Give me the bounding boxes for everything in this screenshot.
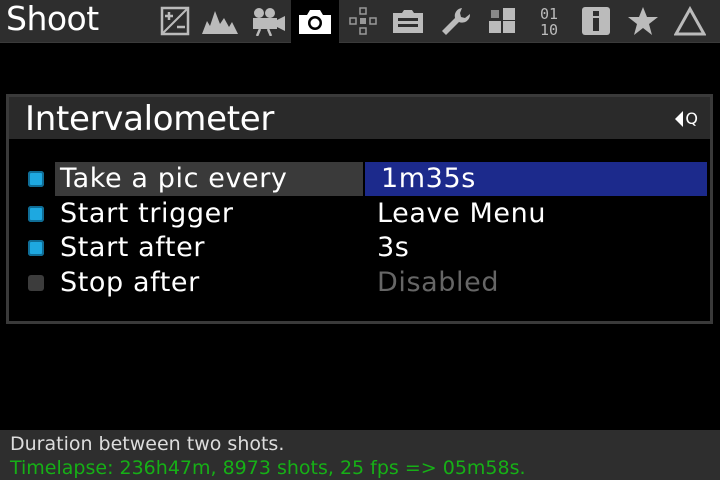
enabled-indicator-icon xyxy=(28,206,44,222)
row-value[interactable]: 1m35s xyxy=(365,162,707,196)
mymenu-tab[interactable] xyxy=(621,0,665,42)
display-icon xyxy=(393,10,423,33)
focus-tab[interactable] xyxy=(341,0,385,42)
binary-icon: 01 10 xyxy=(540,5,558,37)
enabled-indicator-icon xyxy=(28,240,44,256)
star-icon xyxy=(628,7,658,35)
menu-row-start-after[interactable]: Start after 3s xyxy=(9,231,710,265)
row-label: Start after xyxy=(60,232,206,263)
wrench-icon xyxy=(442,8,471,35)
movie-tab[interactable] xyxy=(245,0,289,42)
menu-row-stop-after[interactable]: Stop after Disabled xyxy=(9,266,710,300)
q-label: Q xyxy=(685,109,698,128)
histogram-tab[interactable] xyxy=(198,0,242,42)
delta-tab[interactable] xyxy=(668,0,712,42)
prefs-tab[interactable] xyxy=(434,0,478,42)
panel-title: Intervalometer xyxy=(25,99,275,139)
panel-header: Intervalometer Q xyxy=(9,97,710,139)
focus-points-icon xyxy=(349,7,377,35)
delta-icon xyxy=(674,6,706,36)
shoot-tab[interactable] xyxy=(291,0,339,43)
histogram-icon xyxy=(202,11,238,34)
info-tab[interactable] xyxy=(574,0,618,42)
svg-text:10: 10 xyxy=(540,21,558,37)
info-icon xyxy=(582,7,610,35)
debug-tab[interactable]: 01 10 xyxy=(527,0,571,42)
menu-row-take-pic-every[interactable]: Take a pic every 1m35s xyxy=(9,162,710,196)
row-label: Start trigger xyxy=(60,198,234,229)
modules-icon xyxy=(489,8,515,33)
row-value[interactable]: Leave Menu xyxy=(365,197,707,231)
row-value[interactable]: Disabled xyxy=(365,266,707,300)
exposure-tab[interactable] xyxy=(153,0,197,42)
q-button-hint[interactable]: Q xyxy=(675,109,698,128)
row-label: Stop after xyxy=(60,267,200,298)
disabled-indicator-icon xyxy=(28,275,44,291)
modules-tab[interactable] xyxy=(480,0,524,42)
help-bar: Duration between two shots. Timelapse: 2… xyxy=(0,430,720,480)
enabled-indicator-icon xyxy=(28,171,44,187)
left-arrow-icon xyxy=(675,110,684,127)
movie-camera-icon xyxy=(253,8,285,36)
intervalometer-panel: Intervalometer Q Take a pic every 1m35s … xyxy=(6,94,713,324)
camera-icon xyxy=(299,9,331,34)
timelapse-summary: Timelapse: 236h47m, 8973 shots, 25 fps =… xyxy=(10,457,526,479)
help-text: Duration between two shots. xyxy=(10,433,285,455)
display-tab[interactable] xyxy=(386,0,430,42)
top-menu-bar: Shoot 01 10 xyxy=(0,0,720,43)
menu-row-start-trigger[interactable]: Start trigger Leave Menu xyxy=(9,197,710,231)
menu-title: Shoot xyxy=(6,0,99,38)
row-value[interactable]: 3s xyxy=(365,231,707,265)
exposure-compensation-icon xyxy=(160,6,190,36)
row-label: Take a pic every xyxy=(55,162,363,196)
